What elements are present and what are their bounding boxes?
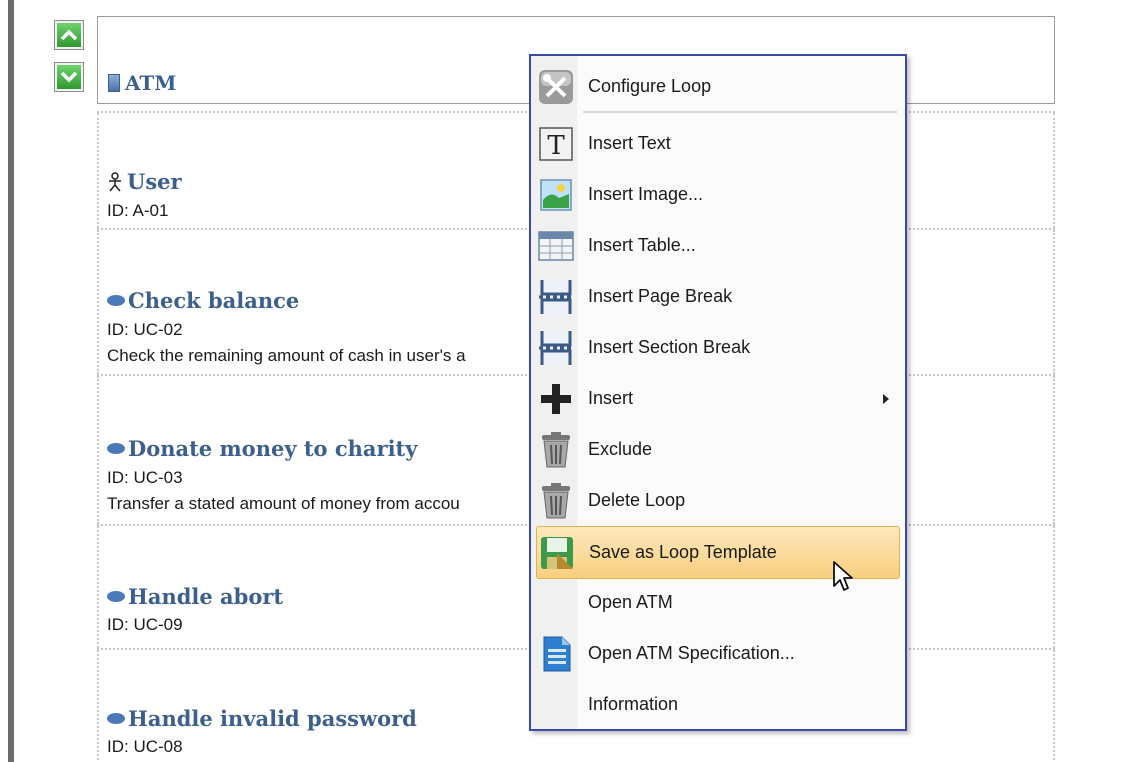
menu-item-exclude[interactable]: Exclude bbox=[531, 424, 905, 475]
context-menu: Configure Loop T Insert Text Insert Imag… bbox=[529, 54, 907, 731]
page-break-icon bbox=[537, 278, 575, 316]
trash-icon bbox=[537, 482, 575, 520]
actor-icon bbox=[107, 171, 123, 192]
usecase-id: ID: UC-03 bbox=[107, 468, 183, 487]
usecase-name: Handle abort bbox=[128, 584, 284, 609]
move-down-button[interactable] bbox=[54, 62, 84, 92]
menu-item-label: Insert Image... bbox=[588, 184, 704, 204]
usecase-id: ID: UC-09 bbox=[107, 615, 183, 634]
menu-item-configure-loop[interactable]: Configure Loop bbox=[531, 61, 905, 112]
mouse-pointer-icon bbox=[832, 560, 856, 598]
left-margin-bar bbox=[8, 0, 14, 762]
table-icon bbox=[537, 227, 575, 265]
plus-icon bbox=[537, 380, 575, 418]
menu-item-insert-page-break[interactable]: Insert Page Break bbox=[531, 271, 905, 322]
menu-item-label: Insert Table... bbox=[588, 235, 696, 255]
menu-item-delete-loop[interactable]: Delete Loop bbox=[531, 475, 905, 526]
usecase-id: ID: UC-02 bbox=[107, 320, 183, 339]
usecase-description: Check the remaining amount of cash in us… bbox=[107, 346, 466, 365]
chevron-up-icon bbox=[57, 23, 81, 47]
menu-item-label: Insert Text bbox=[588, 133, 671, 153]
usecase-icon bbox=[107, 591, 125, 602]
usecase-description: Transfer a stated amount of money from a… bbox=[107, 494, 460, 513]
menu-item-label: Save as Loop Template bbox=[589, 542, 777, 562]
actor-name: User bbox=[127, 169, 182, 194]
image-icon bbox=[537, 176, 575, 214]
trash-icon bbox=[537, 431, 575, 469]
menu-item-label: Open ATM Specification... bbox=[588, 643, 795, 663]
menu-item-label: Delete Loop bbox=[588, 490, 686, 510]
usecase-id: ID: UC-08 bbox=[107, 737, 183, 756]
usecase-name: Donate money to charity bbox=[128, 436, 418, 461]
move-up-button[interactable] bbox=[54, 20, 84, 50]
menu-item-insert[interactable]: Insert bbox=[531, 373, 905, 424]
save-template-icon bbox=[538, 534, 576, 572]
menu-item-label: Insert bbox=[588, 388, 634, 408]
menu-item-information[interactable]: Information bbox=[531, 679, 905, 730]
menu-item-label: Open ATM bbox=[588, 592, 673, 612]
usecase-icon bbox=[107, 295, 125, 306]
submenu-arrow-icon bbox=[883, 393, 889, 404]
chevron-down-icon bbox=[57, 65, 81, 89]
system-name: ATM bbox=[125, 71, 177, 95]
document-icon bbox=[537, 635, 575, 673]
menu-item-label: Configure Loop bbox=[588, 76, 712, 96]
usecase-icon bbox=[107, 713, 125, 724]
actor-id: ID: A-01 bbox=[107, 201, 169, 220]
menu-item-label: Insert Page Break bbox=[588, 286, 733, 306]
system-icon bbox=[108, 74, 120, 92]
menu-item-insert-text[interactable]: T Insert Text bbox=[531, 118, 905, 169]
page-title: ATM bbox=[108, 71, 176, 95]
usecase-name: Handle invalid password bbox=[128, 706, 417, 731]
usecase-icon bbox=[107, 443, 125, 454]
menu-item-insert-image[interactable]: Insert Image... bbox=[531, 169, 905, 220]
usecase-title: Handle invalid password bbox=[107, 706, 417, 731]
menu-item-label: Exclude bbox=[588, 439, 653, 459]
section-break-icon bbox=[537, 329, 575, 367]
menu-item-label: Information bbox=[588, 694, 679, 714]
usecase-title: Handle abort bbox=[107, 584, 283, 609]
menu-item-insert-section-break[interactable]: Insert Section Break bbox=[531, 322, 905, 373]
usecase-title: Check balance bbox=[107, 288, 299, 313]
svg-text:T: T bbox=[547, 131, 565, 161]
menu-item-insert-table[interactable]: Insert Table... bbox=[531, 220, 905, 271]
text-icon: T bbox=[537, 125, 575, 163]
actor-title: User bbox=[107, 169, 182, 194]
wrench-screwdriver-icon bbox=[537, 68, 575, 106]
menu-item-label: Insert Section Break bbox=[588, 337, 751, 357]
menu-separator bbox=[583, 111, 897, 113]
usecase-name: Check balance bbox=[128, 288, 300, 313]
usecase-title: Donate money to charity bbox=[107, 436, 417, 461]
menu-item-open-atm-specification[interactable]: Open ATM Specification... bbox=[531, 628, 905, 679]
